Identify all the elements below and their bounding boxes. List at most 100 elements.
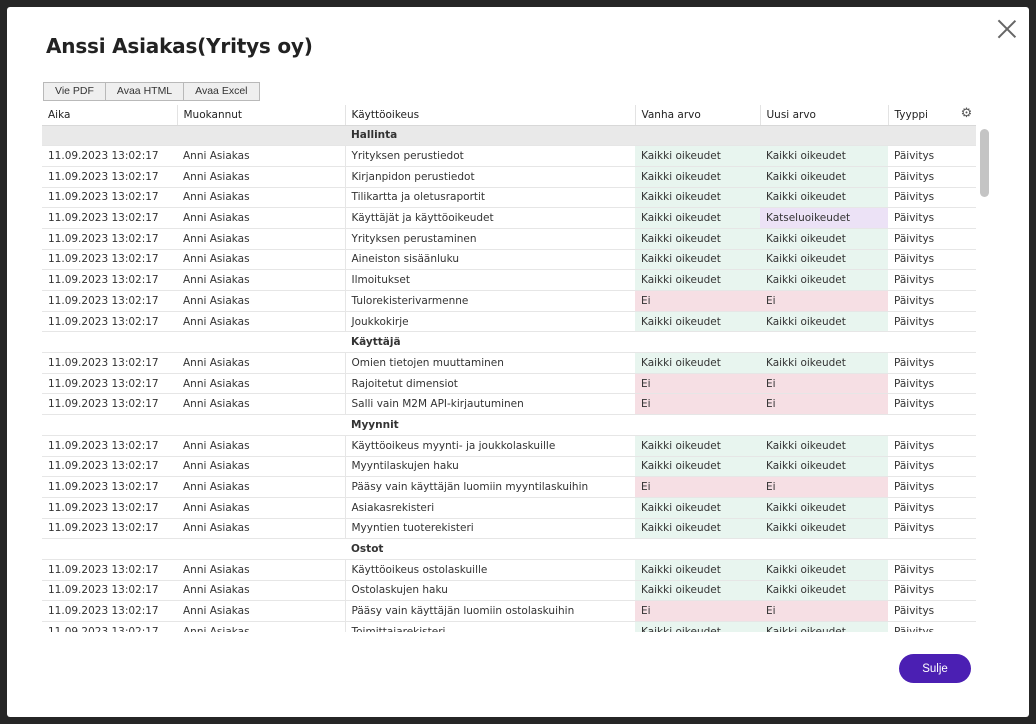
cell-old-value: Kaikki oikeudet: [635, 207, 760, 229]
column-header-permission[interactable]: Käyttöoikeus: [345, 105, 636, 126]
table-row: 11.09.2023 13:02:17 Anni Asiakas Yrityksen…: [42, 145, 976, 167]
cell-new-value: Ei: [760, 600, 888, 622]
table-row: 11.09.2023 13:02:17 Anni Asiakas Joukkokir…: [42, 311, 976, 333]
cell-permission: Yrityksen perustaminen: [344, 228, 635, 250]
cell-type: Päivitys: [888, 559, 976, 581]
table-row: 11.09.2023 13:02:17 Anni Asiakas Asiakasre…: [42, 497, 976, 519]
column-header-modified-by[interactable]: Muokannut: [177, 105, 346, 126]
cell-new-value: Kaikki oikeudet: [760, 435, 888, 457]
cell-time: 11.09.2023 13:02:17: [42, 352, 177, 374]
open-html-button[interactable]: Avaa HTML: [104, 82, 185, 101]
export-pdf-button[interactable]: Vie PDF: [43, 82, 106, 101]
cell-modified-by: Anni Asiakas: [177, 393, 345, 416]
group-spacer: [177, 538, 345, 560]
vertical-scrollbar[interactable]: [980, 129, 989, 634]
cell-permission: Myyntien tuoterekisteri: [344, 518, 635, 540]
table-row: 11.09.2023 13:02:17 Anni Asiakas Tilikartt…: [42, 187, 976, 209]
group-label: Hallinta: [345, 125, 976, 147]
table-group-row: Hallinta: [42, 125, 976, 147]
cell-modified-by: Anni Asiakas: [177, 187, 345, 209]
column-header-time[interactable]: Aika: [42, 105, 178, 126]
cell-modified-by: Anni Asiakas: [177, 559, 345, 581]
table-row: 11.09.2023 13:02:17 Anni Asiakas Rajoitetu…: [42, 373, 976, 395]
cell-type: Päivitys: [888, 456, 976, 478]
cell-type: Päivitys: [888, 290, 976, 312]
open-excel-button[interactable]: Avaa Excel: [183, 82, 260, 101]
cell-time: 11.09.2023 13:02:17: [42, 559, 177, 581]
cell-old-value: Kaikki oikeudet: [635, 559, 760, 581]
table-header-row: Aika Muokannut Käyttöoikeus Vanha arvo U…: [42, 105, 976, 126]
cell-time: 11.09.2023 13:02:17: [42, 269, 177, 291]
cell-new-value: Kaikki oikeudet: [760, 559, 888, 581]
cell-time: 11.09.2023 13:02:17: [42, 476, 177, 498]
cell-type: Päivitys: [888, 228, 976, 250]
group-spacer: [42, 125, 177, 147]
cell-permission: Omien tietojen muuttaminen: [344, 352, 635, 374]
cell-old-value: Kaikki oikeudet: [635, 228, 760, 250]
table-row: 11.09.2023 13:02:17 Anni Asiakas Yrityksen…: [42, 228, 976, 250]
column-header-old-value[interactable]: Vanha arvo: [635, 105, 761, 126]
audit-table: Aika Muokannut Käyttöoikeus Vanha arvo U…: [42, 105, 976, 632]
cell-new-value: Ei: [760, 393, 888, 416]
group-spacer: [42, 538, 177, 560]
cell-old-value: Kaikki oikeudet: [635, 456, 760, 478]
gear-icon[interactable]: ⚙: [960, 107, 974, 121]
cell-permission: Joukkokirje: [344, 311, 635, 333]
scrollbar-thumb[interactable]: [980, 129, 989, 197]
cell-permission: Kirjanpidon perustiedot: [344, 166, 635, 188]
table-row: 11.09.2023 13:02:17 Anni Asiakas Pääsy vai…: [42, 476, 976, 498]
cell-permission: Rajoitetut dimensiot: [344, 373, 635, 395]
cell-old-value: Kaikki oikeudet: [635, 518, 760, 540]
cell-type: Päivitys: [888, 373, 976, 395]
cell-type: Päivitys: [888, 249, 976, 271]
close-icon[interactable]: [997, 19, 1017, 39]
cell-old-value: Ei: [635, 290, 760, 312]
cell-modified-by: Anni Asiakas: [177, 476, 345, 498]
cell-new-value: Kaikki oikeudet: [760, 228, 888, 250]
cell-time: 11.09.2023 13:02:17: [42, 518, 177, 540]
cell-modified-by: Anni Asiakas: [177, 621, 345, 632]
cell-new-value: Kaikki oikeudet: [760, 621, 888, 632]
cell-permission: Pääsy vain käyttäjän luomiin myyntilasku…: [344, 476, 635, 498]
cell-old-value: Ei: [635, 476, 760, 498]
cell-modified-by: Anni Asiakas: [177, 207, 345, 229]
cell-new-value: Kaikki oikeudet: [760, 269, 888, 291]
cell-permission: Pääsy vain käyttäjän luomiin ostolaskuih…: [344, 600, 635, 622]
table-row: 11.09.2023 13:02:17 Anni Asiakas Myyntilas…: [42, 456, 976, 478]
cell-time: 11.09.2023 13:02:17: [42, 435, 177, 457]
cell-modified-by: Anni Asiakas: [177, 435, 345, 457]
table-row: 11.09.2023 13:02:17 Anni Asiakas Pääsy vai…: [42, 600, 976, 622]
cell-time: 11.09.2023 13:02:17: [42, 228, 177, 250]
modal-dialog: Anssi Asiakas(Yritys oy) Vie PDF Avaa HT…: [7, 7, 1029, 717]
cell-time: 11.09.2023 13:02:17: [42, 166, 177, 188]
cell-modified-by: Anni Asiakas: [177, 145, 345, 167]
cell-permission: Tilikartta ja oletusraportit: [344, 187, 635, 209]
cell-type: Päivitys: [888, 518, 976, 540]
cell-old-value: Ei: [635, 600, 760, 622]
cell-old-value: Kaikki oikeudet: [635, 352, 760, 374]
cell-time: 11.09.2023 13:02:17: [42, 311, 177, 333]
group-spacer: [177, 414, 345, 436]
group-label: Myynnit: [345, 414, 976, 436]
cell-time: 11.09.2023 13:02:17: [42, 393, 177, 416]
table-group-row: Käyttäjä: [42, 331, 976, 354]
audit-table-container: Aika Muokannut Käyttöoikeus Vanha arvo U…: [42, 105, 976, 632]
table-row: 11.09.2023 13:02:17 Anni Asiakas Käyttäjät…: [42, 207, 976, 229]
cell-new-value: Ei: [760, 476, 888, 498]
cell-type: Päivitys: [888, 435, 976, 457]
group-spacer: [177, 125, 345, 147]
column-header-new-value[interactable]: Uusi arvo: [760, 105, 889, 126]
table-body: Hallinta 11.09.2023 13:02:17 Anni Asiakas Y…: [42, 125, 976, 632]
close-button[interactable]: Sulje: [899, 654, 971, 683]
group-spacer: [177, 331, 345, 354]
cell-time: 11.09.2023 13:02:17: [42, 373, 177, 395]
cell-permission: Ostolaskujen haku: [344, 580, 635, 602]
cell-permission: Asiakasrekisteri: [344, 497, 635, 519]
cell-new-value: Kaikki oikeudet: [760, 187, 888, 209]
cell-modified-by: Anni Asiakas: [177, 352, 345, 374]
cell-time: 11.09.2023 13:02:17: [42, 621, 177, 632]
cell-new-value: Kaikki oikeudet: [760, 145, 888, 167]
cell-time: 11.09.2023 13:02:17: [42, 249, 177, 271]
cell-old-value: Kaikki oikeudet: [635, 580, 760, 602]
column-header-type-label[interactable]: Tyyppi: [895, 109, 928, 121]
